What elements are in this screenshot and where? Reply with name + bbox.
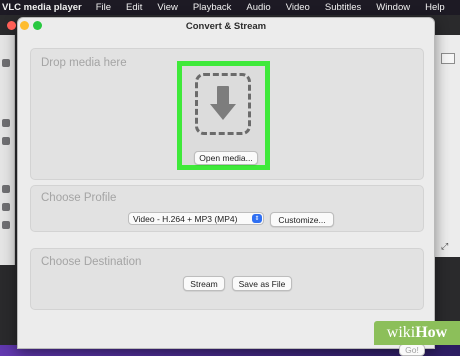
menu-video[interactable]: Video [286, 2, 310, 13]
menu-help[interactable]: Help [425, 2, 445, 13]
menu-bar: VLC media player File Edit View Playback… [0, 0, 460, 15]
profile-selected-value: Video - H.264 + MP3 (MP4) [133, 213, 238, 224]
convert-stream-dialog: Convert & Stream Drop media here Open me… [17, 17, 435, 356]
choose-destination-heading: Choose Destination [41, 256, 142, 268]
sidebar-icon[interactable] [2, 185, 10, 193]
go-button[interactable]: Go! [399, 344, 425, 356]
drop-zone-icon-frame [195, 73, 251, 135]
stream-button[interactable]: Stream [183, 276, 225, 291]
drop-media-heading: Drop media here [41, 57, 127, 69]
chevron-updown-icon[interactable]: ⇕ [252, 214, 262, 223]
fullscreen-icon[interactable]: ⤢ [441, 241, 448, 252]
wikihow-watermark: wiki How [374, 321, 460, 345]
sidebar-icon[interactable] [2, 221, 10, 229]
window-close-button[interactable] [7, 21, 16, 30]
save-as-file-button[interactable]: Save as File [232, 276, 292, 291]
playlist-sidebar [0, 35, 15, 265]
window-minimize-button[interactable] [20, 21, 29, 30]
main-window-right-edge: ⤢ [434, 35, 460, 257]
profile-select[interactable]: Video - H.264 + MP3 (MP4) ⇕ [128, 212, 264, 225]
watermark-prefix: wiki [386, 324, 416, 341]
choose-profile-heading: Choose Profile [41, 192, 117, 204]
choose-destination-panel: Choose Destination [30, 248, 424, 310]
menu-file[interactable]: File [96, 2, 111, 13]
menu-view[interactable]: View [157, 2, 177, 13]
sidebar-icon[interactable] [2, 59, 10, 67]
menu-app-name[interactable]: VLC media player [2, 2, 82, 13]
window-maximize-button[interactable] [33, 21, 42, 30]
watermark-suffix: How [415, 324, 448, 341]
dialog-titlebar: Convert & Stream [18, 18, 434, 35]
sidebar-icon[interactable] [2, 203, 10, 211]
menu-window[interactable]: Window [376, 2, 410, 13]
open-media-button[interactable]: Open media... [194, 151, 258, 165]
dialog-title: Convert & Stream [185, 21, 267, 32]
menu-playback[interactable]: Playback [193, 2, 232, 13]
menu-edit[interactable]: Edit [126, 2, 142, 13]
sidebar-icon[interactable] [2, 119, 10, 127]
customize-button[interactable]: Customize... [270, 212, 334, 227]
download-arrow-icon [210, 86, 236, 120]
view-toggle-icon[interactable] [441, 53, 455, 64]
menu-audio[interactable]: Audio [246, 2, 270, 13]
menu-subtitles[interactable]: Subtitles [325, 2, 361, 13]
sidebar-icon[interactable] [2, 137, 10, 145]
drop-target-highlight[interactable]: Open media... [177, 61, 270, 170]
